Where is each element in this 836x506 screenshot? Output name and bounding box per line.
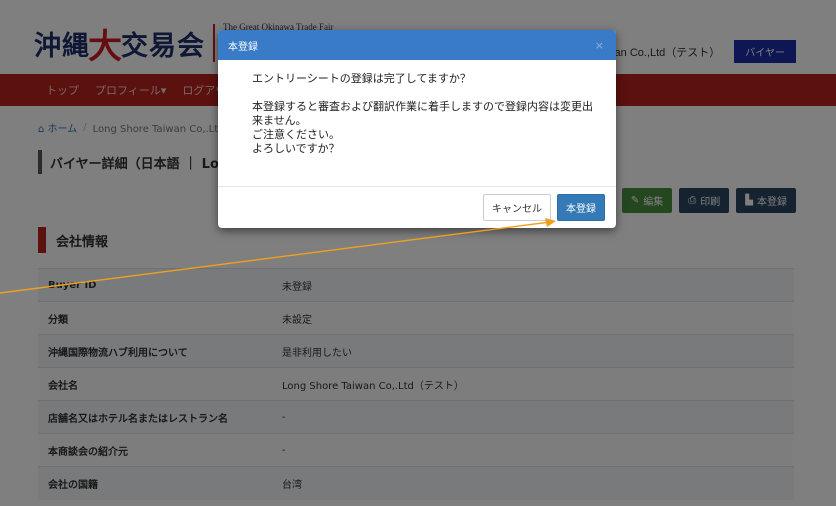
- dialog-message-line: 本登録すると審査および翻訳作業に着手しますので登録内容は変更出: [252, 100, 593, 113]
- confirm-register-button[interactable]: 本登録: [557, 194, 605, 221]
- dialog-message-line: 来ません。: [252, 114, 307, 127]
- dialog-message-line: よろしいですか？: [252, 142, 340, 155]
- cancel-button[interactable]: キャンセル: [483, 194, 551, 221]
- dialog-footer: キャンセル 本登録: [218, 186, 616, 228]
- dialog-question: エントリーシートの登録は完了してますか？: [252, 72, 471, 85]
- close-icon[interactable]: ×: [595, 39, 604, 52]
- dialog-message-line: ご注意ください。: [252, 128, 340, 141]
- dialog-body: エントリーシートの登録は完了してますか？ 本登録すると審査および翻訳作業に着手し…: [218, 60, 616, 156]
- register-confirm-dialog: 本登録 × エントリーシートの登録は完了してますか？ 本登録すると審査および翻訳…: [218, 30, 616, 228]
- dialog-header: 本登録 ×: [218, 30, 616, 60]
- dialog-title: 本登録: [228, 41, 258, 53]
